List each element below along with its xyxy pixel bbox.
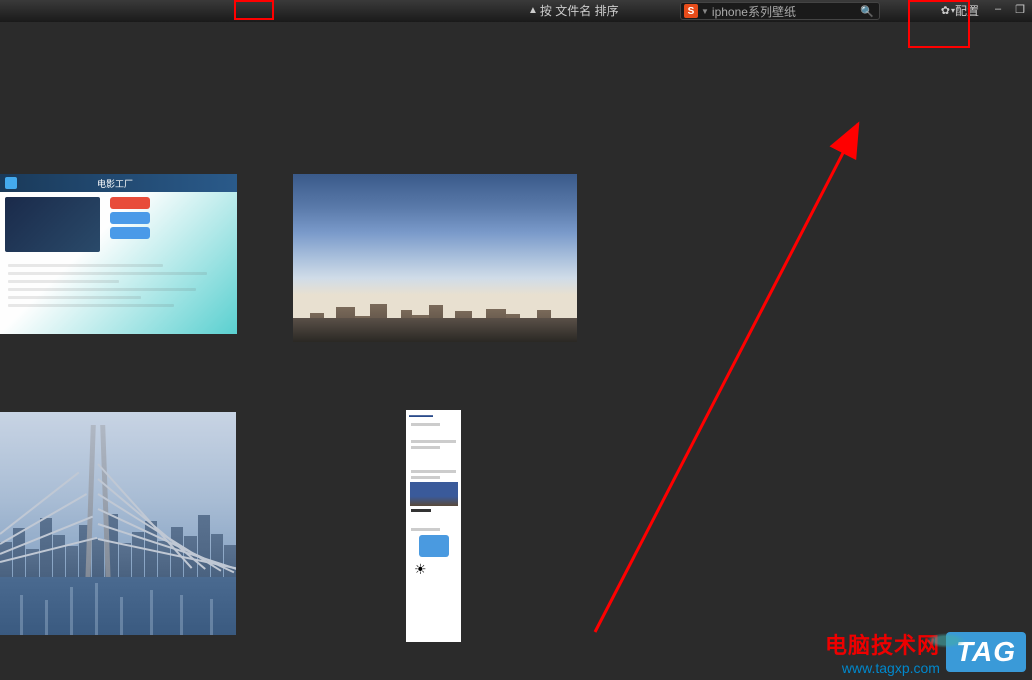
maximize-button[interactable]: ❐ [1013,3,1027,16]
search-text: iphone系列壁纸 [712,3,860,20]
gear-icon: ✿ [941,4,950,17]
config-label: 配置 [955,2,979,19]
thumbnail-grid: 电影工厂 [0,22,1032,680]
search-icon[interactable]: 🔍 [860,5,874,18]
thumbnail-3[interactable] [0,412,236,635]
config-button[interactable]: ✿ ▾ 配置 [941,2,979,19]
sort-label: 按 文件名 排序 [540,2,619,19]
chevron-down-icon[interactable]: ▼ [701,7,709,16]
sort-button[interactable]: ▲ 按 文件名 排序 [528,2,619,19]
search-engine-badge[interactable]: S [684,4,698,18]
window-controls: – ❐ [991,3,1027,16]
sort-arrow-icon: ▲ [528,5,538,16]
thumbnail-4[interactable]: ▬▬▬▬ ☀ [406,410,461,642]
thumbnail-1[interactable]: 电影工厂 [0,174,237,334]
watermark-cn: 电脑技术网 [825,628,940,660]
thumbnail-2[interactable] [293,174,577,342]
top-toolbar: ▲ 按 文件名 排序 S ▼ iphone系列壁纸 🔍 ✿ ▾ 配置 – ❐ [0,0,1032,22]
minimize-button[interactable]: – [991,3,1005,16]
tab-highlight-box [234,0,274,20]
search-input[interactable]: S ▼ iphone系列壁纸 🔍 [680,2,880,20]
watermark-url: www.tagxp.com [825,660,940,676]
watermark: 电脑技术网 www.tagxp.com TAG [825,628,1026,676]
thumb1-app-title: 电影工厂 [97,177,133,190]
app-logo-icon [5,177,17,189]
